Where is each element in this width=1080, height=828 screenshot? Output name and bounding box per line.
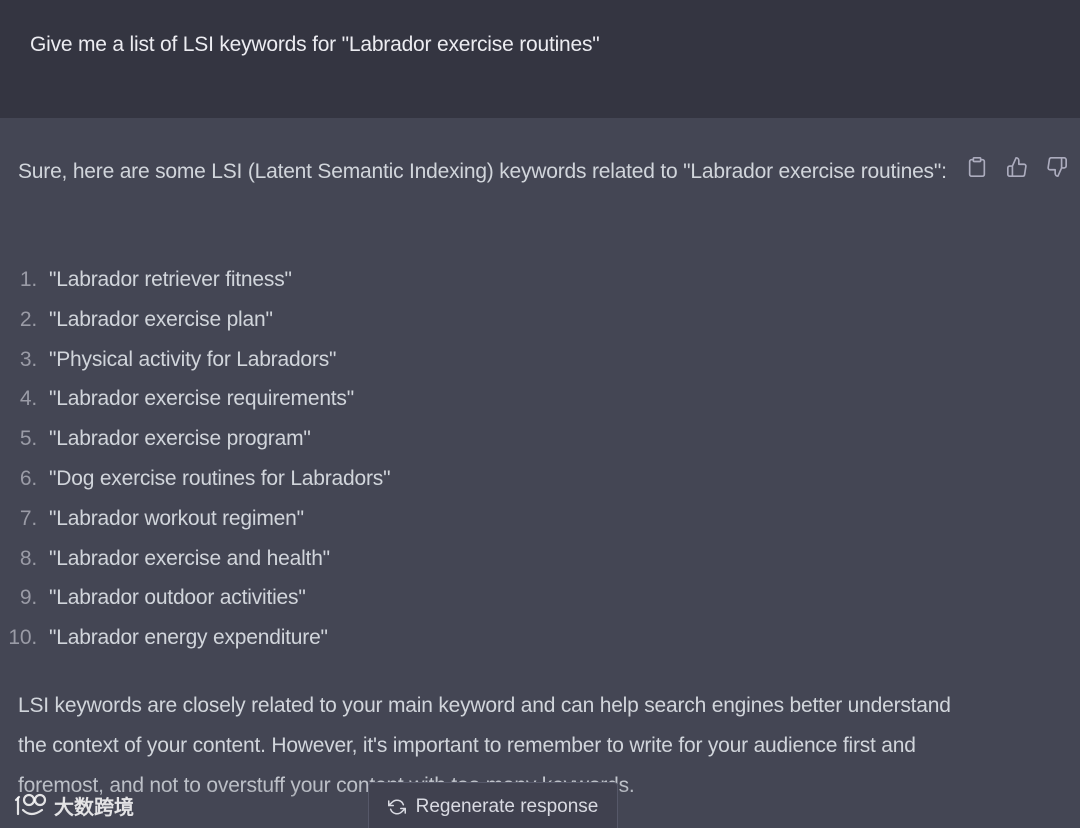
list-item-text: "Labrador exercise program" (49, 427, 311, 451)
regenerate-label: Regenerate response (415, 796, 599, 817)
like-button[interactable] (1006, 156, 1028, 178)
message-actions (966, 156, 1068, 178)
clipboard-icon (968, 157, 986, 177)
list-item-number: 4. (19, 387, 37, 411)
dislike-button[interactable] (1046, 156, 1068, 178)
list-item-number: 6. (19, 466, 37, 490)
list-item-number: 1. (19, 268, 37, 291)
list-item-text: "Labrador outdoor activities" (49, 586, 306, 610)
list-item-text: "Labrador exercise plan" (49, 307, 273, 331)
assistant-message: Sure, here are some LSI (Latent Semantic… (0, 118, 1080, 828)
copy-button[interactable] (966, 156, 988, 178)
list-item-text: "Physical activity for Labradors" (49, 347, 337, 371)
thumbs-down-icon (1047, 157, 1067, 177)
list-item-number: 5. (19, 427, 37, 451)
thumbs-up-icon (1007, 157, 1027, 177)
list-item-text: "Labrador exercise requirements" (49, 387, 354, 411)
list-item-text: "Dog exercise routines for Labradors" (49, 466, 391, 490)
list-item-number: 3. (19, 347, 37, 371)
list-item-text: "Labrador retriever fitness" (49, 268, 292, 291)
list-item-number: 10. (8, 626, 37, 650)
list-item-text: "Labrador energy expenditure" (49, 626, 328, 650)
user-message-text: Give me a list of LSI keywords for "Labr… (30, 33, 600, 56)
refresh-icon (387, 799, 406, 815)
list-item-text: "Labrador exercise and health" (49, 546, 330, 570)
user-message: Give me a list of LSI keywords for "Labr… (0, 0, 1080, 118)
list-item-number: 8. (19, 546, 37, 570)
assistant-intro-text: Sure, here are some LSI (Latent Semantic… (18, 160, 947, 183)
watermark-text: 大数跨境 (54, 794, 134, 819)
list-item-number: 9. (19, 586, 37, 610)
list-item-number: 2. (19, 307, 37, 331)
list-item-number: 7. (19, 506, 37, 530)
list-item-text: "Labrador workout regimen" (49, 506, 304, 530)
watermark-logo-icon (14, 793, 47, 816)
regenerate-response-button[interactable]: Regenerate response (368, 782, 618, 828)
watermark: 大数跨境 (14, 790, 134, 820)
chat-page: Give me a list of LSI keywords for "Labr… (0, 0, 1080, 828)
